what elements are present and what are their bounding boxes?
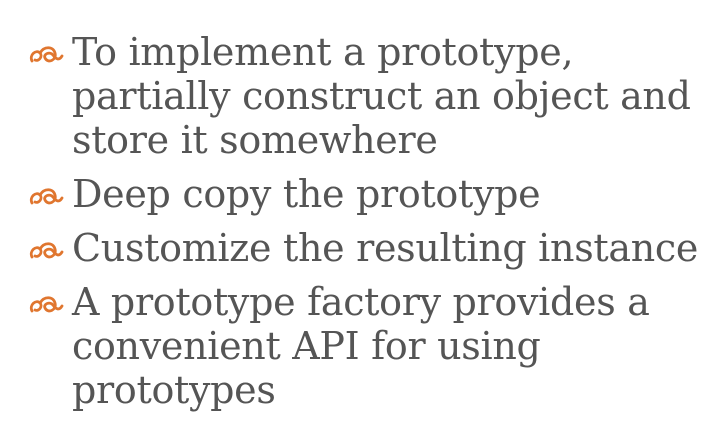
floral-bullet-icon — [26, 237, 66, 267]
floral-bullet-icon — [26, 183, 66, 213]
bullet-text: A prototype factory provides a convenien… — [72, 280, 650, 412]
floral-bullet-icon — [26, 41, 66, 71]
list-item: Customize the resulting instance — [0, 226, 715, 270]
floral-bullet-icon — [26, 291, 66, 321]
bullet-text: Customize the resulting instance — [72, 226, 699, 270]
slide: To implement a prototype, partially cons… — [0, 0, 715, 445]
bullet-text: Deep copy the prototype — [72, 172, 541, 216]
list-item: A prototype factory provides a convenien… — [0, 280, 715, 412]
bullet-text: To implement a prototype, partially cons… — [72, 30, 691, 162]
list-item: To implement a prototype, partially cons… — [0, 30, 715, 162]
bullet-list: To implement a prototype, partially cons… — [0, 30, 715, 412]
list-item: Deep copy the prototype — [0, 172, 715, 216]
